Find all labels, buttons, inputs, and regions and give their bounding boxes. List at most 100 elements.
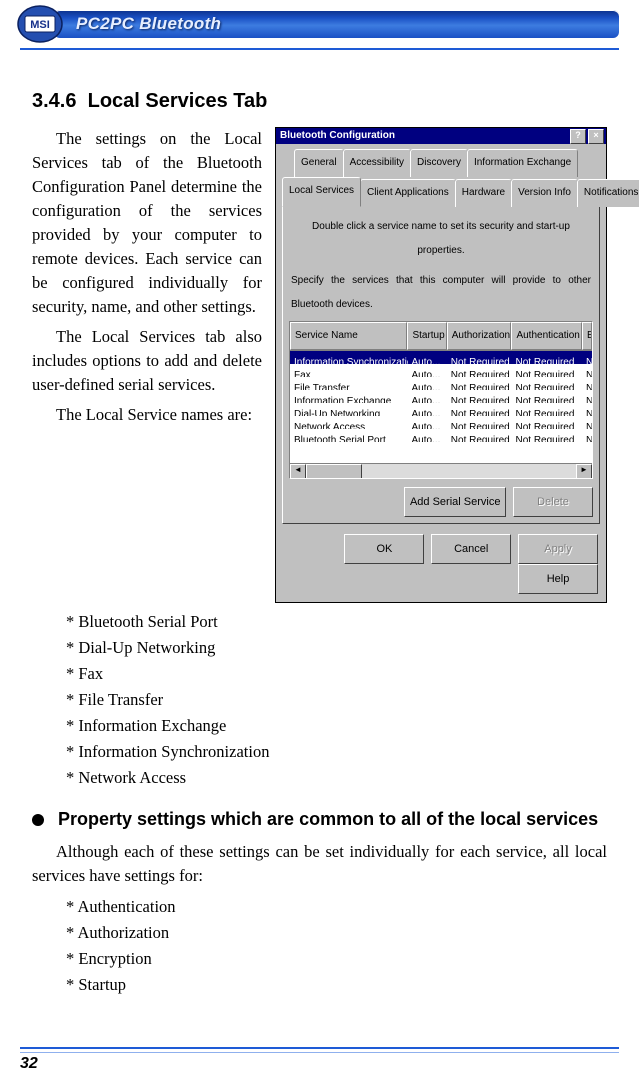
subsection-heading: Property settings which are common to al… [32, 809, 607, 830]
tab-notifications[interactable]: Notifications [577, 179, 639, 207]
cell: Not Required [447, 390, 512, 403]
cell: N [582, 416, 592, 429]
cancel-button[interactable]: Cancel [431, 534, 511, 564]
cell: Not Required [511, 377, 582, 390]
footer-divider [20, 1047, 619, 1053]
subsection-para: Although each of these settings can be s… [32, 840, 607, 888]
table-row[interactable]: Information SynchronizationAuto...Not Re… [290, 351, 592, 364]
page-footer: 32 [20, 1047, 619, 1073]
close-button[interactable]: × [588, 129, 604, 144]
tab-general[interactable]: General [294, 149, 344, 177]
tab-local-services[interactable]: Local Services [282, 177, 361, 207]
scroll-thumb[interactable] [306, 464, 362, 479]
cell: Not Required [447, 403, 512, 416]
horizontal-scrollbar[interactable]: ◄ ► [290, 463, 592, 478]
col-encryption[interactable]: E [582, 322, 592, 350]
list-item: * Startup [66, 972, 607, 998]
paragraph-2: The Local Services tab also includes opt… [32, 325, 262, 397]
delete-service-button[interactable]: Delete [513, 487, 593, 517]
panel-instruction-1: Double click a service name to set its s… [291, 215, 591, 263]
tab-discovery[interactable]: Discovery [410, 149, 468, 177]
list-item: * Bluetooth Serial Port [66, 609, 607, 635]
cell: Not Required [511, 403, 582, 416]
scroll-right-button[interactable]: ► [576, 464, 592, 479]
cell: Not Required [511, 416, 582, 429]
tab-information-exchange[interactable]: Information Exchange [467, 149, 578, 177]
list-item: * File Transfer [66, 687, 607, 713]
table-row[interactable]: Information ExchangeAuto...Not RequiredN… [290, 390, 592, 403]
cell: N [582, 377, 592, 390]
panel-instruction-2: Specify the services that this computer … [291, 269, 591, 317]
bluetooth-config-dialog: Bluetooth Configuration ? × General Acce… [275, 127, 607, 603]
scroll-track[interactable] [306, 464, 576, 478]
cell: N [582, 429, 592, 442]
services-listview[interactable]: Service Name Startup Authorization Authe… [289, 321, 593, 479]
listview-header: Service Name Startup Authorization Authe… [290, 322, 592, 351]
table-row[interactable]: Bluetooth Serial PortAuto...Not Required… [290, 429, 592, 442]
col-service-name[interactable]: Service Name [290, 322, 407, 350]
add-serial-service-button[interactable]: Add Serial Service [404, 487, 506, 517]
table-row[interactable]: Dial-Up NetworkingAuto...Not RequiredNot… [290, 403, 592, 416]
list-item: * Fax [66, 661, 607, 687]
header-banner: MSI PC2PC Bluetooth [20, 6, 619, 42]
cell: Not Required [447, 377, 512, 390]
service-names-list: * Bluetooth Serial Port * Dial-Up Networ… [66, 609, 607, 791]
cell: N [582, 351, 592, 364]
cell: Not Required [511, 364, 582, 377]
banner-title: PC2PC Bluetooth [76, 14, 221, 34]
cell: Auto... [408, 351, 447, 364]
cell: Not Required [447, 364, 512, 377]
cell: Information Exchange [290, 390, 408, 403]
ok-button[interactable]: OK [344, 534, 424, 564]
subsection-title: Property settings which are common to al… [58, 809, 598, 829]
section-title: Local Services Tab [88, 90, 268, 112]
cell: Auto... [408, 403, 447, 416]
col-authentication[interactable]: Authentication [511, 322, 582, 350]
cell: Auto... [408, 364, 447, 377]
cell: Bluetooth Serial Port [290, 429, 408, 442]
help-button[interactable]: Help [518, 564, 598, 594]
cell: Not Required [447, 416, 512, 429]
bullet-icon [32, 814, 44, 826]
cell: Auto... [408, 429, 447, 442]
paragraph-1: The settings on the Local Services tab o… [32, 127, 262, 319]
section-heading: 3.4.6 Local Services Tab [32, 90, 607, 113]
col-authorization[interactable]: Authorization [447, 322, 512, 350]
table-row[interactable]: File TransferAuto...Not RequiredNot Requ… [290, 377, 592, 390]
logo-text: MSI [30, 19, 50, 31]
cell: Auto... [408, 416, 447, 429]
tab-client-applications[interactable]: Client Applications [360, 179, 456, 207]
list-item: * Network Access [66, 765, 607, 791]
tab-version-info[interactable]: Version Info [511, 179, 578, 207]
dialog-titlebar: Bluetooth Configuration ? × [276, 128, 606, 144]
tab-row-back: General Accessibility Discovery Informat… [294, 148, 600, 176]
cell: N [582, 364, 592, 377]
list-item: * Information Exchange [66, 713, 607, 739]
dialog-title: Bluetooth Configuration [278, 124, 568, 148]
list-intro: The Local Service names are: [32, 403, 262, 427]
apply-button[interactable]: Apply [518, 534, 598, 564]
list-item: * Authentication [66, 894, 607, 920]
msi-logo-icon: MSI [16, 4, 64, 44]
table-row[interactable]: Network AccessAuto...Not RequiredNot Req… [290, 416, 592, 429]
common-settings-list: * Authentication * Authorization * Encry… [66, 894, 607, 998]
list-item: * Information Synchronization [66, 739, 607, 765]
cell: Not Required [447, 429, 512, 442]
cell: Not Required [511, 429, 582, 442]
cell: Fax [290, 364, 408, 377]
col-startup[interactable]: Startup [407, 322, 446, 350]
tab-accessibility[interactable]: Accessibility [343, 149, 411, 177]
banner-divider [20, 48, 619, 50]
cell: Dial-Up Networking [290, 403, 408, 416]
section-number: 3.4.6 [32, 90, 76, 112]
list-item: * Authorization [66, 920, 607, 946]
page-number: 32 [20, 1055, 619, 1073]
tab-row-front: Local Services Client Applications Hardw… [282, 176, 600, 206]
cell: File Transfer [290, 377, 408, 390]
table-row[interactable]: FaxAuto...Not RequiredNot RequiredN [290, 364, 592, 377]
scroll-left-button[interactable]: ◄ [290, 464, 306, 479]
cell: Not Required [447, 351, 512, 364]
tab-hardware[interactable]: Hardware [455, 179, 512, 207]
contexthelp-button[interactable]: ? [570, 129, 586, 144]
cell: Network Access [290, 416, 408, 429]
